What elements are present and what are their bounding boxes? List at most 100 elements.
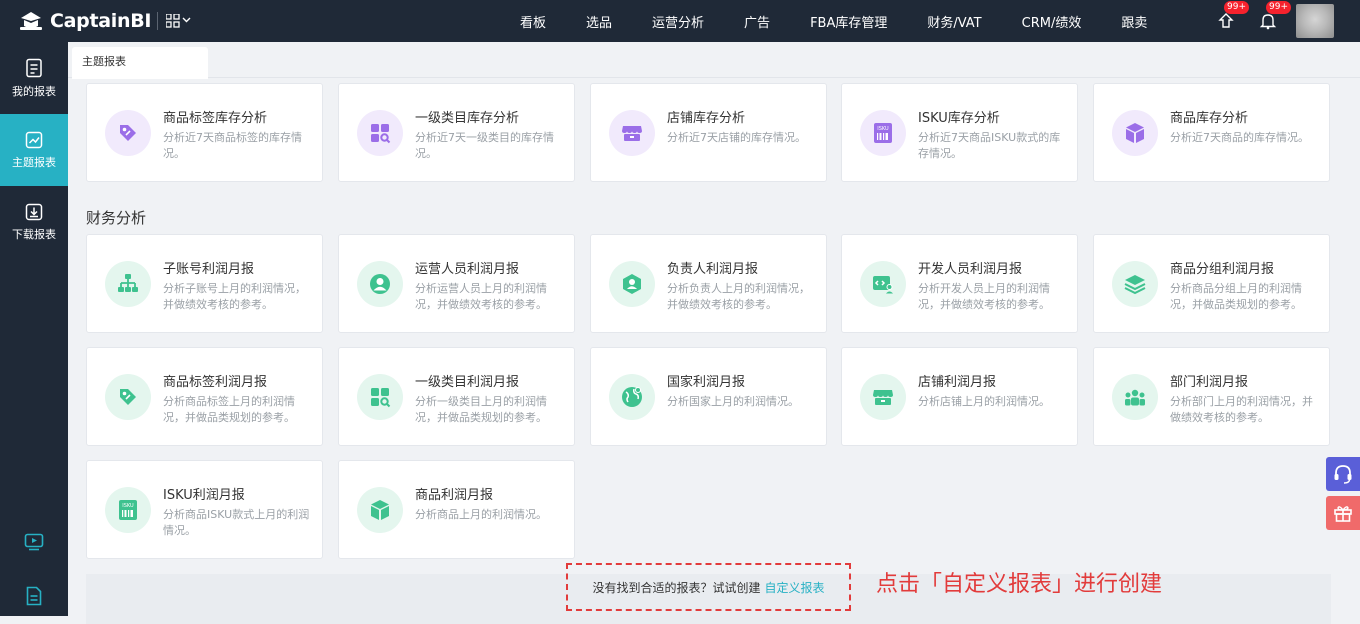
report-card-product-inventory[interactable]: 商品库存分析 分析近7天商品的库存情况。 xyxy=(1093,83,1330,182)
store-icon xyxy=(860,374,906,420)
card-desc: 分析近7天一级类目的库存情况。 xyxy=(415,131,554,160)
sidebar-item-download-reports[interactable]: 下载报表 xyxy=(0,186,68,258)
report-card-store-profit[interactable]: 店铺利润月报 分析店铺上月的利润情况。 xyxy=(841,347,1078,446)
report-card-tag-profit[interactable]: 商品标签利润月报 分析商品标签上月的利润情况，并做品类规划的参考。 xyxy=(86,347,323,446)
custom-report-link[interactable]: 自定义报表 xyxy=(765,579,825,596)
card-title: 开发人员利润月报 xyxy=(918,262,1023,277)
card-desc: 分析商品ISKU款式上月的利润情况。 xyxy=(163,508,310,537)
brand-name: CaptainBI xyxy=(50,10,152,32)
captain-hat-icon xyxy=(18,9,44,33)
nav-item-fba-inventory[interactable]: FBA库存管理 xyxy=(810,12,887,31)
video-tutorial-button[interactable] xyxy=(0,522,68,562)
card-title: 一级类目库存分析 xyxy=(415,111,520,126)
report-card-department-profit[interactable]: 部门利润月报 分析部门上月的利润情况，并做绩效考核的参考。 xyxy=(1093,347,1330,446)
upload-notice-button[interactable]: 99+ xyxy=(1214,1,1249,33)
card-desc: 分析负责人上月的利润情况，并做绩效考核的参考。 xyxy=(667,282,810,311)
report-card-owner-profit[interactable]: 负责人利润月报 分析负责人上月的利润情况，并做绩效考核的参考。 xyxy=(590,234,827,333)
report-card-group-profit[interactable]: 商品分组利润月报 分析商品分组上月的利润情况，并做品类规划的参考。 xyxy=(1093,234,1330,333)
report-card-product-profit[interactable]: 商品利润月报 分析商品上月的利润情况。 xyxy=(338,460,575,559)
grid-icon xyxy=(166,14,191,28)
nav-item-dashboard[interactable]: 看板 xyxy=(520,12,546,31)
isku-icon: ISKU xyxy=(860,110,906,156)
card-desc: 分析国家上月的利润情况。 xyxy=(667,395,799,408)
sidebar: 我的报表 主题报表 下载报表 xyxy=(0,42,68,616)
globe-icon xyxy=(609,374,655,420)
card-title: 部门利润月报 xyxy=(1170,375,1249,390)
report-card-store-inventory[interactable]: 店铺库存分析 分析近7天店铺的库存情况。 xyxy=(590,83,827,182)
main-content: 商品标签库存分析 分析近7天商品标签的库存情况。 一级类目库存分析 分析近7天一… xyxy=(68,78,1346,624)
nav-item-follow-sell[interactable]: 跟卖 xyxy=(1121,12,1147,31)
card-desc: 分析开发人员上月的利润情况，并做绩效考核的参考。 xyxy=(918,282,1050,311)
custom-report-hint: 没有找到合适的报表？试试创建 自定义报表 xyxy=(566,563,851,611)
tag-icon xyxy=(105,374,151,420)
sidebar-item-label: 我的报表 xyxy=(12,84,56,98)
card-title: 商品利润月报 xyxy=(415,488,494,503)
layers-icon xyxy=(1112,261,1158,307)
help-doc-button[interactable] xyxy=(0,576,68,616)
report-card-country-profit[interactable]: 国家利润月报 分析国家上月的利润情况。 xyxy=(590,347,827,446)
report-doc-icon xyxy=(26,58,42,77)
tab-theme-reports[interactable]: 主题报表 xyxy=(72,47,208,79)
report-card-isku-profit[interactable]: ISKU ISKU利润月报 分析商品ISKU款式上月的利润情况。 xyxy=(86,460,323,559)
gift-icon xyxy=(1334,506,1352,522)
report-card-category-inventory[interactable]: 一级类目库存分析 分析近7天一级类目的库存情况。 xyxy=(338,83,575,182)
card-desc: 分析运营人员上月的利润情况，并做绩效考核的参考。 xyxy=(415,282,547,311)
headset-icon xyxy=(1334,465,1352,484)
svg-text:ISKU: ISKU xyxy=(877,126,889,132)
card-title: 运营人员利润月报 xyxy=(415,262,520,277)
card-title: 负责人利润月报 xyxy=(667,262,759,277)
card-desc: 分析一级类目上月的利润情况，并做品类规划的参考。 xyxy=(415,395,547,424)
box-icon xyxy=(357,487,403,533)
category-search-icon xyxy=(357,110,403,156)
report-card-subaccount-profit[interactable]: 子账号利润月报 分析子账号上月的利润情况，并做绩效考核的参考。 xyxy=(86,234,323,333)
report-card-category-profit[interactable]: 一级类目利润月报 分析一级类目上月的利润情况，并做品类规划的参考。 xyxy=(338,347,575,446)
nav-item-finance-vat[interactable]: 财务/VAT xyxy=(927,12,981,31)
notification-button[interactable]: 99+ xyxy=(1256,1,1291,33)
person-icon xyxy=(357,261,403,307)
document-icon xyxy=(26,586,42,606)
report-card-tag-inventory[interactable]: 商品标签库存分析 分析近7天商品标签的库存情况。 xyxy=(86,83,323,182)
nav-item-ads[interactable]: 广告 xyxy=(744,12,770,31)
brand-logo[interactable]: CaptainBI xyxy=(0,9,191,33)
sidebar-item-theme-reports[interactable]: 主题报表 xyxy=(0,114,68,186)
card-title: 国家利润月报 xyxy=(667,375,746,390)
card-title: 店铺利润月报 xyxy=(918,375,997,390)
card-title: 子账号利润月报 xyxy=(163,262,255,277)
user-avatar[interactable] xyxy=(1296,4,1334,38)
box-icon xyxy=(1112,110,1158,156)
report-card-isku-inventory[interactable]: ISKU ISKU库存分析 分析近7天商品ISKU款式的库存情况。 xyxy=(841,83,1078,182)
svg-text:ISKU: ISKU xyxy=(122,503,134,509)
gift-button[interactable] xyxy=(1326,496,1360,530)
card-desc: 分析近7天商品的库存情况。 xyxy=(1170,131,1309,144)
card-desc: 分析商品分组上月的利润情况，并做品类规划的参考。 xyxy=(1170,282,1302,311)
report-card-developer-profit[interactable]: 开发人员利润月报 分析开发人员上月的利润情况，并做绩效考核的参考。 xyxy=(841,234,1078,333)
upload-icon xyxy=(1218,13,1234,28)
top-right-icons: 99+ 99+ xyxy=(1196,0,1334,42)
sidebar-item-label: 主题报表 xyxy=(12,155,56,169)
annotation-text: 点击「自定义报表」进行创建 xyxy=(876,572,1163,597)
sidebar-item-label: 下载报表 xyxy=(12,227,56,241)
upload-badge: 99+ xyxy=(1224,1,1249,14)
owner-icon xyxy=(609,261,655,307)
section-title-finance: 财务分析 xyxy=(86,209,147,227)
tab-bar: 主题报表 xyxy=(68,42,1360,79)
card-desc: 分析近7天商品ISKU款式的库存情况。 xyxy=(918,131,1061,160)
card-desc: 分析子账号上月的利润情况，并做绩效考核的参考。 xyxy=(163,282,306,311)
customer-support-button[interactable] xyxy=(1326,457,1360,491)
card-title: 商品分组利润月报 xyxy=(1170,262,1275,277)
card-title: 商品标签利润月报 xyxy=(163,375,268,390)
sidebar-item-my-reports[interactable]: 我的报表 xyxy=(0,42,68,114)
app-switcher-button[interactable] xyxy=(157,12,192,30)
bell-badge: 99+ xyxy=(1266,1,1291,14)
nav-item-operations[interactable]: 运营分析 xyxy=(652,12,704,31)
store-icon xyxy=(609,110,655,156)
card-title: 商品标签库存分析 xyxy=(163,111,268,126)
nav-item-product-selection[interactable]: 选品 xyxy=(586,12,612,31)
report-card-operator-profit[interactable]: 运营人员利润月报 分析运营人员上月的利润情况，并做绩效考核的参考。 xyxy=(338,234,575,333)
nav-item-crm[interactable]: CRM/绩效 xyxy=(1022,12,1082,31)
bell-icon xyxy=(1259,14,1277,30)
org-chart-icon xyxy=(105,261,151,307)
card-desc: 分析店铺上月的利润情况。 xyxy=(918,395,1050,408)
card-title: 商品库存分析 xyxy=(1170,111,1249,126)
category-search-icon xyxy=(357,374,403,420)
